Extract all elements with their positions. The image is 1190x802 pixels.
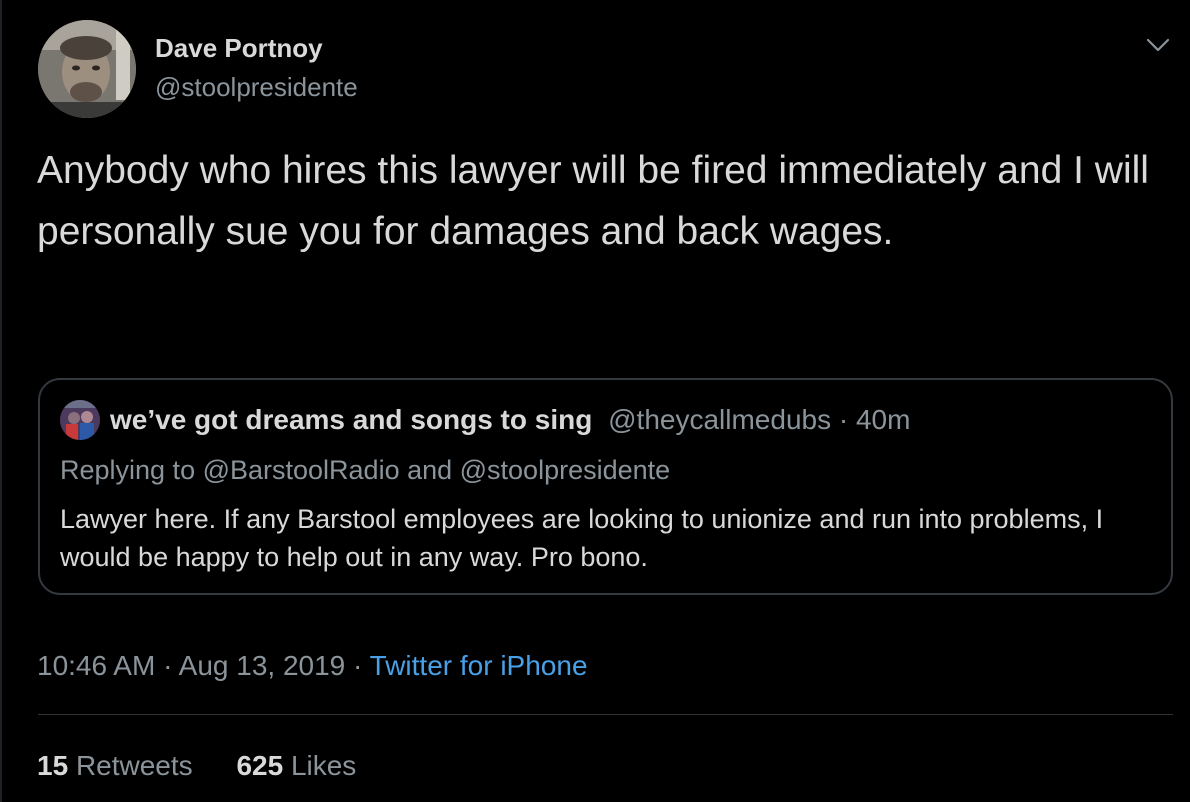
author-avatar[interactable] <box>38 20 136 118</box>
quoted-author-name[interactable]: we’ve got dreams and songs to sing <box>110 404 592 435</box>
author-name[interactable]: Dave Portnoy <box>155 33 323 64</box>
quoted-meta-separator: · <box>831 404 856 435</box>
likes-stat[interactable]: 625 Likes <box>236 746 356 786</box>
quoted-tweet-text: Lawyer here. If any Barstool employees a… <box>60 504 1104 572</box>
author-handle[interactable]: @stoolpresidente <box>155 72 358 103</box>
meta-separator: · <box>345 650 370 681</box>
chevron-down-icon[interactable] <box>1145 36 1171 54</box>
tweet-text: Anybody who hires this lawyer will be fi… <box>37 149 1149 253</box>
tweet-stats: 15 Retweets 625 Likes <box>37 746 392 786</box>
tweet-time[interactable]: 10:46 AM <box>37 650 155 681</box>
quoted-header: we’ve got dreams and songs to sing @they… <box>110 402 910 438</box>
quoted-author-avatar[interactable] <box>60 400 100 440</box>
tweet-detail: Dave Portnoy @stoolpresidente Anybody wh… <box>0 0 1190 802</box>
retweets-count: 15 <box>37 750 69 781</box>
retweets-label: Retweets <box>75 750 193 781</box>
tweet-source-link[interactable]: Twitter for iPhone <box>370 650 588 681</box>
meta-separator: · <box>155 650 179 681</box>
likes-label: Likes <box>290 750 357 781</box>
quoted-tweet[interactable]: we’ve got dreams and songs to sing @they… <box>38 378 1173 595</box>
divider <box>38 714 1173 715</box>
quoted-timestamp[interactable]: 40m <box>856 404 910 435</box>
retweets-stat[interactable]: 15 Retweets <box>37 746 193 786</box>
likes-count: 625 <box>236 750 284 781</box>
tweet-meta: 10:46 AM · Aug 13, 2019 · Twitter for iP… <box>37 646 588 686</box>
quoted-replying-to: Replying to @BarstoolRadio and @stoolpre… <box>60 455 671 485</box>
tweet-date[interactable]: Aug 13, 2019 <box>179 650 346 681</box>
quoted-author-handle[interactable]: @theycallmedubs <box>608 404 831 435</box>
